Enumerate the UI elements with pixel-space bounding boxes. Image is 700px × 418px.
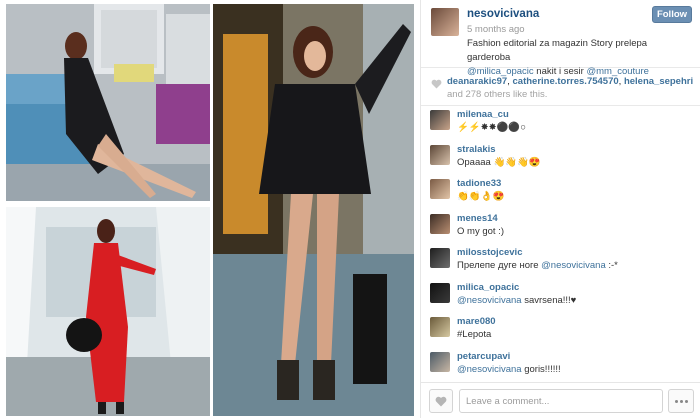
commenter-avatar[interactable] [430,282,450,303]
commenter-username[interactable]: stralakis [457,144,700,156]
comment-text: ⚡⚡✸✸⚫⚫○ [457,122,526,133]
comment-text-suffix: :-* [605,260,618,271]
comment-text-prefix: Прелепе дуге ноге [457,260,542,271]
comments-list[interactable]: milenaa_cu ⚡⚡✸✸⚫⚫○ stralakis Opaaaa 👋👋👋😍… [421,106,700,382]
comment-text: @nesovicivana savrsena!!!♥ [457,294,700,308]
comment-text: 👏👏👌😍 [457,191,505,202]
comment-item: milosstojcevic Прелепе дуге ноге @nesovi… [421,244,700,279]
comment-item: petarcupavi @nesovicivana goris!!!!!! [421,348,700,383]
commenter-avatar[interactable] [430,317,450,337]
commenter-avatar[interactable] [430,179,450,199]
post-photo[interactable] [0,0,420,418]
comment-item: tadione33 👏👏👌😍 [421,175,700,210]
photo-panel-leather-jacket [213,4,414,416]
comment-input[interactable] [459,389,663,413]
heart-icon [431,79,442,89]
likers-list: deanarakic97, catherine.torres.754570, h… [447,76,694,100]
comment-item: milica_opacic @nesovicivana savrsena!!!♥ [421,279,700,314]
heart-icon [435,396,447,406]
commenter-username[interactable]: petarcupavi [457,351,700,363]
commenter-username[interactable]: milica_opacic [457,282,700,294]
post-sidebar: nesovicivana 5 months ago Fashion editor… [420,0,700,418]
commenter-username[interactable]: tadione33 [457,178,700,190]
comment-item: menes14 O my got :) [421,210,700,245]
photo-panel-black-dress [6,4,210,201]
commenter-username[interactable]: milosstojcevic [457,247,700,259]
commenter-avatar[interactable] [430,110,450,130]
more-options-button[interactable] [668,389,694,413]
more-dots-icon [684,399,688,403]
comment-mention[interactable]: @nesovicivana [457,364,522,375]
photo-panel-red-dress [6,207,210,416]
comment-text: #Lepota [457,329,492,340]
liker-username[interactable]: catherine.torres.754570 [513,76,619,87]
like-button[interactable] [429,389,453,413]
comment-text: Opaaaa 👋👋👋😍 [457,156,541,168]
likes-count[interactable]: and 278 others like this. [447,89,547,100]
commenter-avatar[interactable] [430,144,450,165]
author-avatar[interactable] [431,8,459,36]
commenter-avatar[interactable] [430,213,450,234]
comment-mention[interactable]: @nesovicivana [541,260,606,271]
comment-text-suffix: savrsena!!!♥ [521,294,577,306]
comment-item: stralakis Opaaaa 👋👋👋😍 [421,141,700,176]
post-header: nesovicivana 5 months ago Fashion editor… [421,0,700,77]
caption-text: Fashion editorial za magazin Story prele… [467,38,648,63]
comment-mention[interactable]: @nesovicivana [457,295,522,306]
more-dots-icon [674,399,678,403]
comment-text: @nesovicivana goris!!!!!! [457,363,700,377]
comment-item: milenaa_cu ⚡⚡✸✸⚫⚫○ [421,106,700,141]
comment-text-suffix: goris!!!!!! [521,363,561,375]
comment-item: mare080 #Lepota [421,313,700,348]
liker-username[interactable]: deanarakic97 [447,76,507,87]
comment-footer [421,382,700,418]
follow-button[interactable]: Follow [652,6,692,23]
commenter-avatar[interactable] [430,351,450,372]
liker-username[interactable]: helena_sepehri [624,76,693,87]
commenter-username[interactable]: menes14 [457,213,700,225]
commenter-username[interactable]: mare080 [457,316,700,328]
comment-text: O my got :) [457,225,504,237]
commenter-username[interactable]: milenaa_cu [457,109,700,121]
commenter-avatar[interactable] [430,248,450,268]
more-dots-icon [679,399,683,403]
post-timestamp[interactable]: 5 months ago [467,24,525,35]
author-username[interactable]: nesovicivana [467,8,539,20]
likes-section: deanarakic97, catherine.torres.754570, h… [421,68,700,106]
comment-text: Прелепе дуге ноге @nesovicivana :-* [457,259,700,273]
